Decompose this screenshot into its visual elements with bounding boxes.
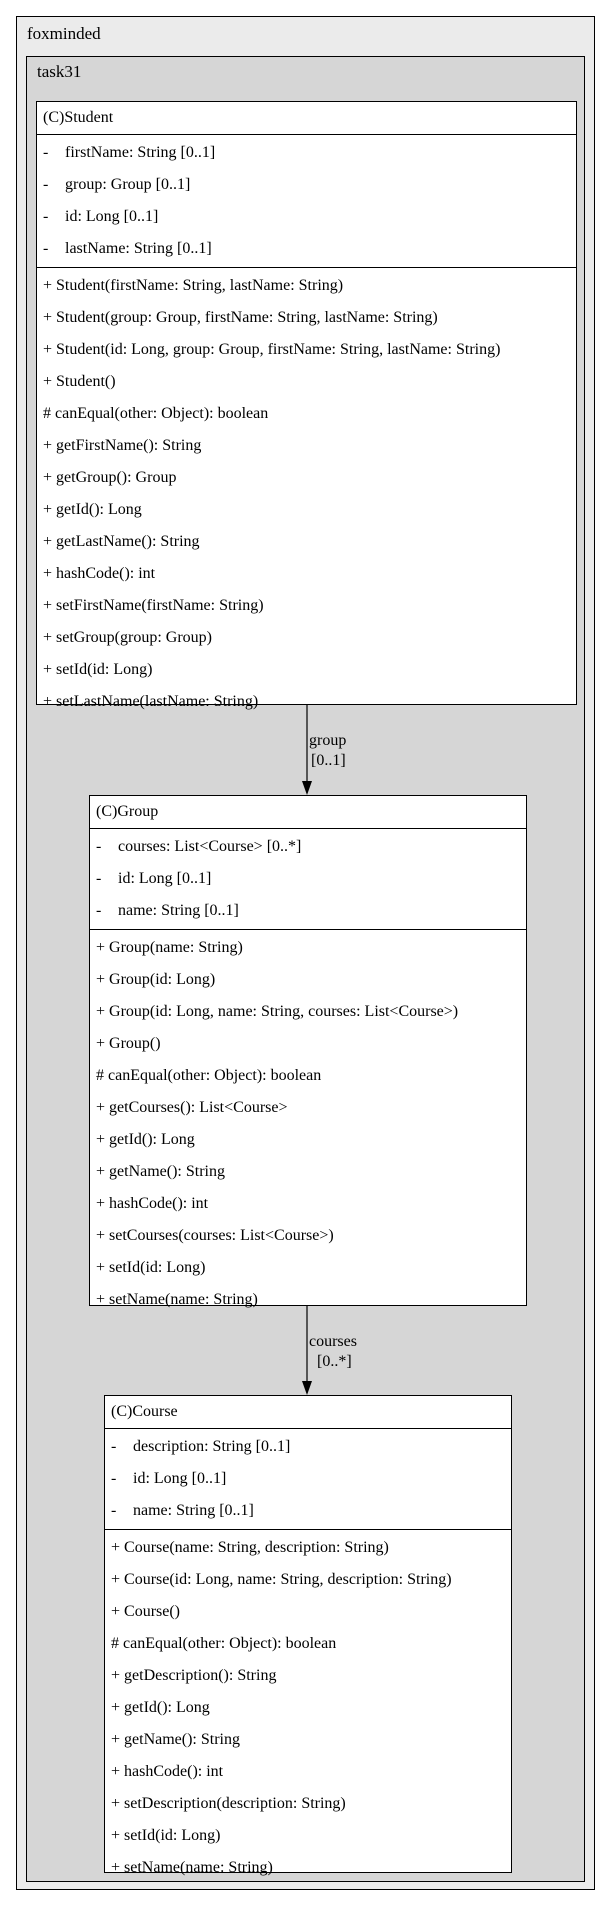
association-label-group: group [0..1] — [309, 731, 346, 771]
association-edges — [302, 705, 312, 1395]
arrowhead-icon — [302, 781, 312, 795]
association-role: courses — [309, 1333, 357, 1350]
association-label-courses: courses [0..*] — [309, 1332, 357, 1372]
arrowhead-icon — [302, 1381, 312, 1395]
association-multiplicity: [0..*] — [317, 1353, 352, 1370]
association-multiplicity: [0..1] — [311, 752, 346, 769]
association-role: group — [309, 732, 347, 749]
